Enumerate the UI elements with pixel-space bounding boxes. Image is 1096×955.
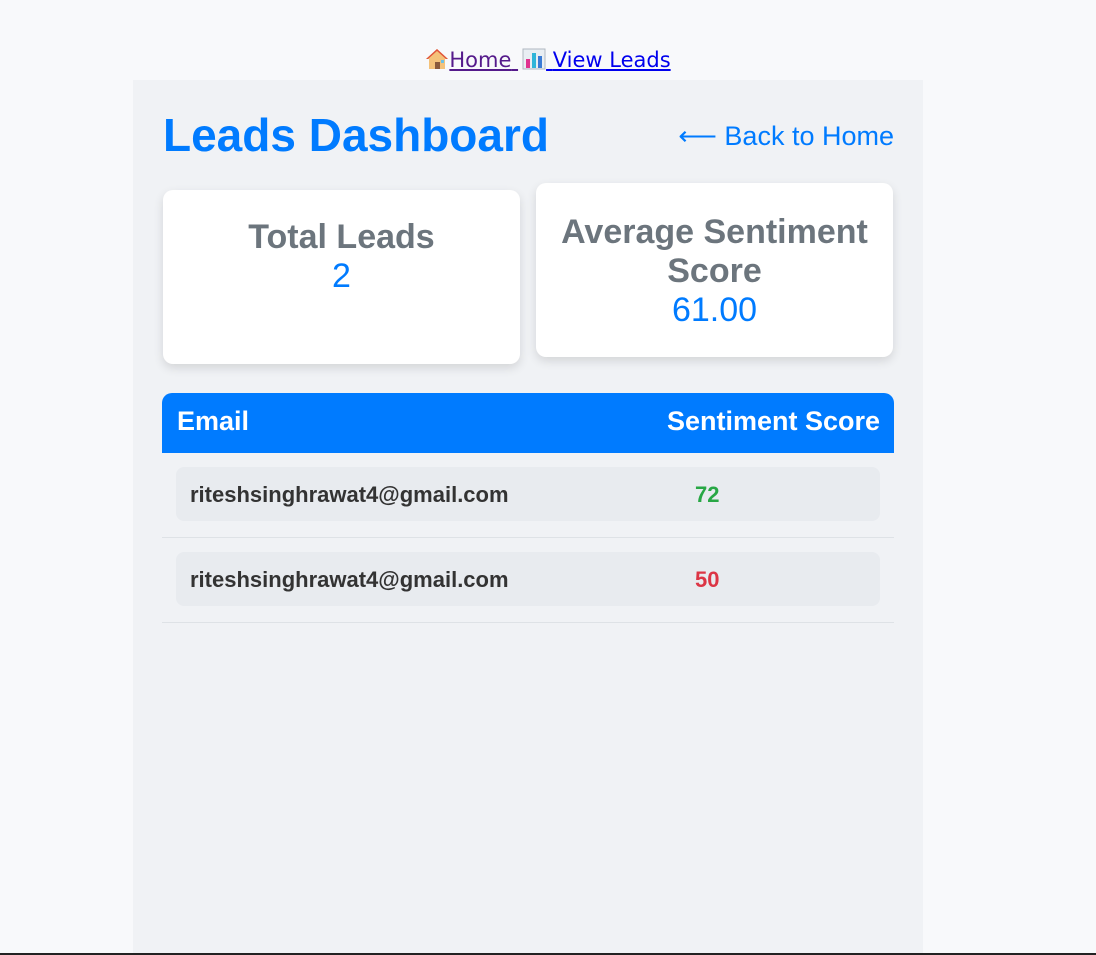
table-row: riteshsinghrawat4@gmail.com 72 — [162, 453, 894, 538]
lead-row-card[interactable]: riteshsinghrawat4@gmail.com 50 — [176, 552, 880, 606]
nav-leads-label: View Leads — [552, 48, 671, 72]
leads-table: Email Sentiment Score riteshsinghrawat4@… — [162, 393, 894, 623]
lead-email: riteshsinghrawat4@gmail.com — [190, 567, 509, 592]
nav-home-label: Home — [449, 48, 512, 72]
dashboard-container: Leads Dashboard ⟵ Back to Home Total Lea… — [133, 80, 923, 955]
bar-chart-icon — [522, 48, 546, 70]
table-row: riteshsinghrawat4@gmail.com 50 — [162, 538, 894, 623]
lead-email: riteshsinghrawat4@gmail.com — [190, 482, 509, 507]
lead-row-card[interactable]: riteshsinghrawat4@gmail.com 72 — [176, 467, 880, 521]
average-sentiment-value: 61.00 — [671, 291, 758, 329]
top-nav: Home View Leads — [0, 48, 1096, 72]
house-icon — [426, 49, 449, 69]
total-leads-card: Total Leads 2 — [163, 190, 520, 364]
lead-sentiment-score: 50 — [695, 567, 720, 592]
average-sentiment-label: Average Sentiment Score — [561, 213, 868, 290]
sentiment-score-column-header: Sentiment Score — [666, 406, 880, 436]
page-title: Leads Dashboard — [163, 109, 549, 161]
email-column-header: Email — [177, 406, 250, 436]
total-leads-label: Total Leads — [248, 218, 435, 256]
nav-view-leads-link[interactable]: View Leads — [518, 48, 671, 72]
nav-home-link[interactable]: Home — [425, 48, 518, 72]
total-leads-value: 2 — [332, 257, 351, 295]
lead-sentiment-score: 72 — [695, 482, 720, 507]
average-sentiment-card: Average Sentiment Score 61.00 — [536, 183, 893, 357]
dashboard-header: Leads Dashboard ⟵ Back to Home — [163, 108, 894, 164]
back-to-home-link[interactable]: ⟵ Back to Home — [678, 120, 894, 152]
table-header: Email Sentiment Score — [162, 393, 894, 453]
